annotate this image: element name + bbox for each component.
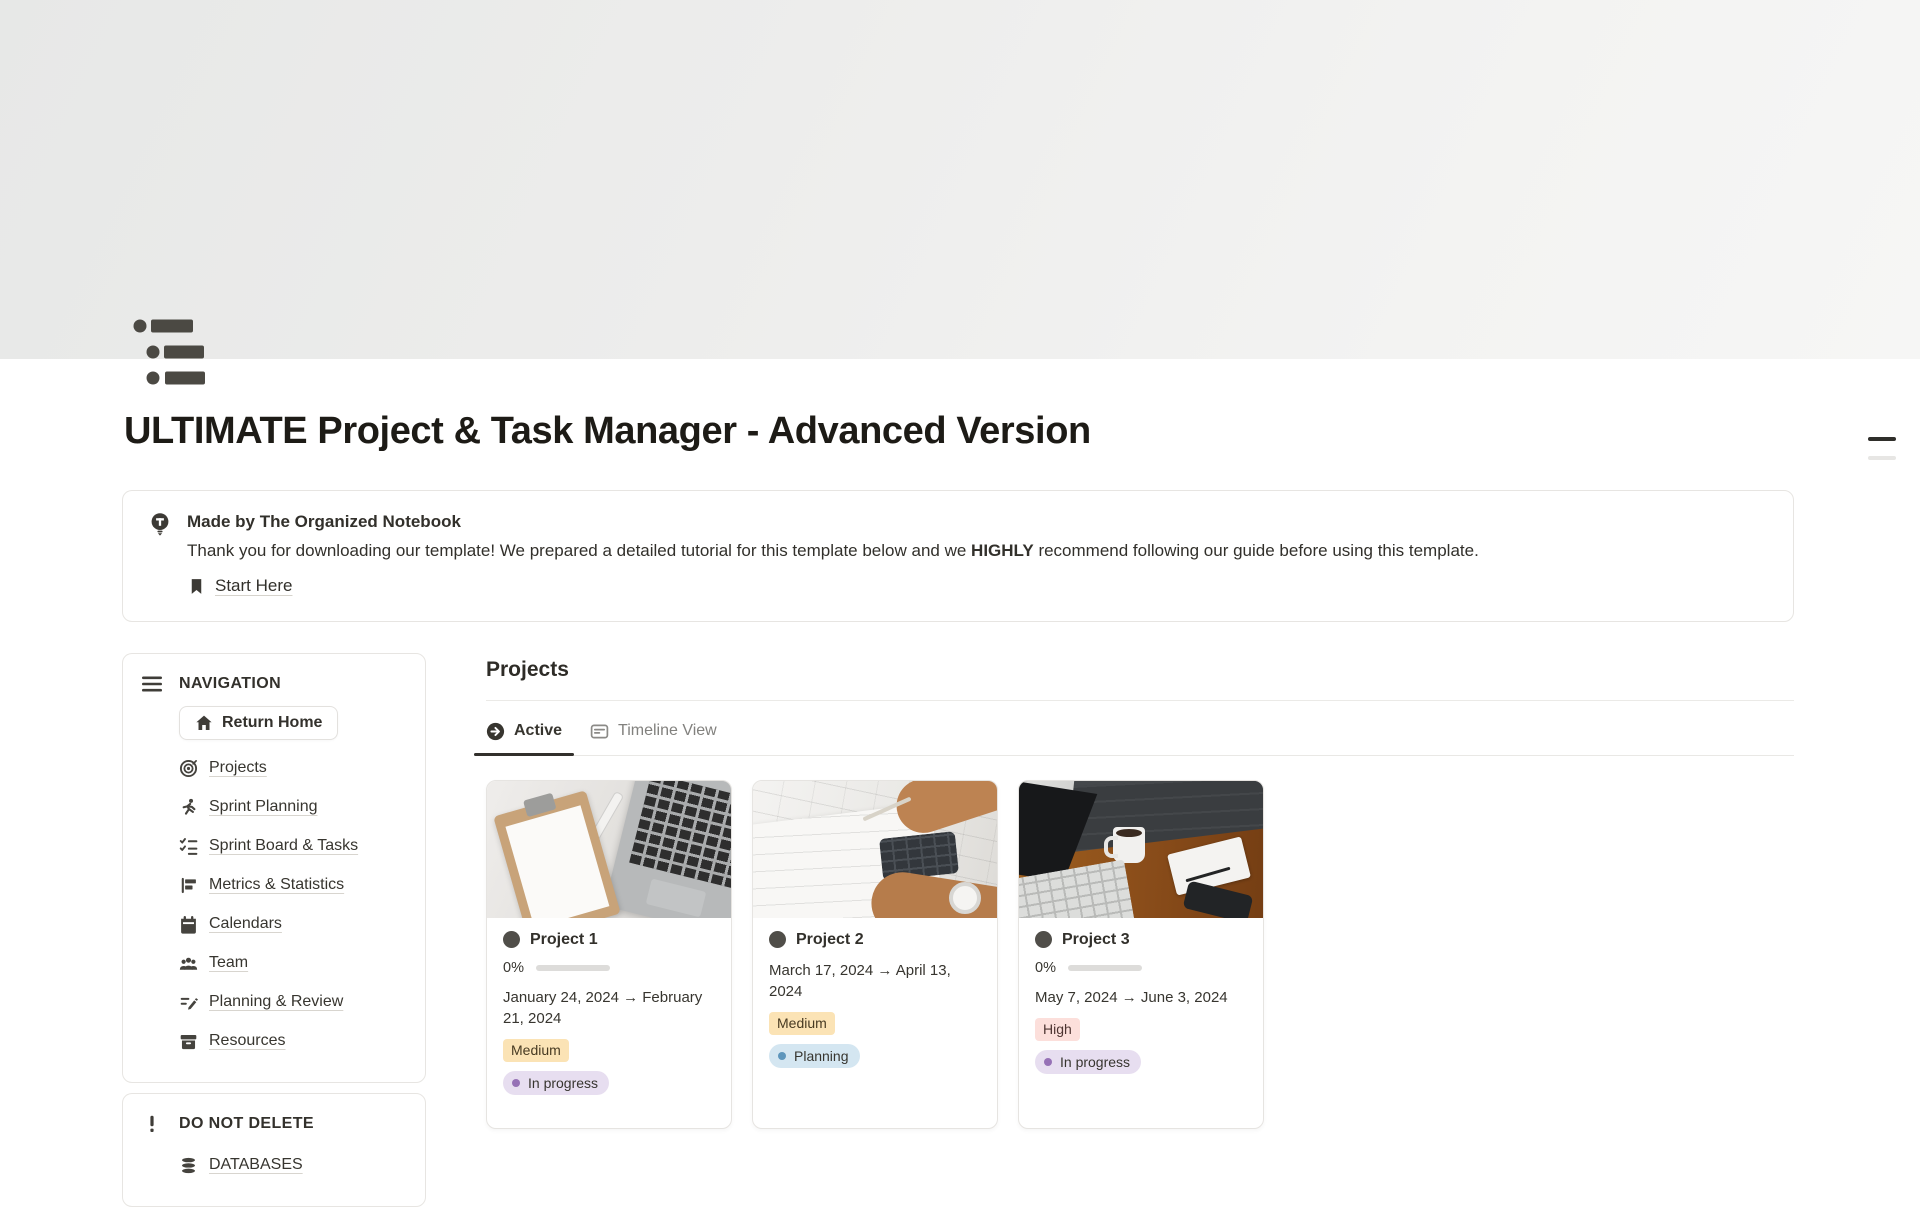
status-dot: [778, 1052, 786, 1060]
page-content: ULTIMATE Project & Task Manager - Advanc…: [122, 408, 1794, 1207]
project-card-2[interactable]: Project 2 March 17, 2024 → April 13, 202…: [752, 780, 998, 1129]
navigation-card: NAVIGATION Return Home: [122, 653, 426, 1083]
database-icon: [179, 1156, 198, 1175]
page-icon[interactable]: [132, 314, 210, 392]
navigation-list: Projects Sprint Planning: [179, 749, 407, 1061]
sidebar-item-label[interactable]: Calendars: [209, 915, 282, 933]
progress-bar: [536, 965, 610, 971]
bookmark-icon: [187, 577, 206, 596]
danger-list: DATABASES: [179, 1146, 407, 1185]
project-cover-photo-clipboard-laptop: [487, 781, 731, 918]
view-tabs: Active Timeline View: [474, 716, 1794, 756]
sidebar-item-label[interactable]: Planning & Review: [209, 993, 343, 1011]
tab-label[interactable]: Timeline View: [618, 722, 717, 740]
sidebar-item-label[interactable]: Sprint Planning: [209, 798, 318, 816]
callout-body-text: Thank you for downloading our template! …: [187, 541, 971, 560]
section-divider: [486, 700, 1794, 701]
tab-label[interactable]: Active: [514, 722, 562, 740]
project-title[interactable]: Project 3: [1062, 931, 1130, 949]
arrow-circle-icon: [486, 722, 505, 741]
status-dot: [512, 1079, 520, 1087]
project-dates: January 24, 2024 → February 21, 2024: [503, 987, 715, 1029]
toc-bar-active[interactable]: [1868, 437, 1896, 441]
callout-body-text-2: recommend following our guide before usi…: [1034, 541, 1479, 560]
project-dates: May 7, 2024 → June 3, 2024: [1035, 987, 1247, 1008]
return-home-label: Return Home: [222, 714, 322, 732]
target-icon: [179, 759, 198, 778]
sidebar-item-label[interactable]: Projects: [209, 759, 267, 777]
project-gallery: Project 1 0% January 24, 2024 → February…: [486, 780, 1794, 1129]
callout-body: Thank you for downloading our template! …: [187, 539, 1769, 563]
project-card-1[interactable]: Project 1 0% January 24, 2024 → February…: [486, 780, 732, 1129]
callout-body-bold: HIGHLY: [971, 541, 1034, 560]
status-label: Planning: [794, 1047, 849, 1065]
sidebar-item-label[interactable]: DATABASES: [209, 1156, 303, 1174]
checklist-icon: [179, 837, 198, 856]
sidebar-item-label[interactable]: Sprint Board & Tasks: [209, 837, 358, 855]
project-card-3[interactable]: Project 3 0% May 7, 2024 → June 3, 2024 …: [1018, 780, 1264, 1129]
lightbulb-logo-icon: [148, 510, 172, 603]
archive-box-icon: [179, 1032, 198, 1051]
page-title: ULTIMATE Project & Task Manager - Advanc…: [124, 408, 1792, 454]
home-icon: [195, 714, 213, 732]
project-title[interactable]: Project 2: [796, 931, 864, 949]
sidebar-item-label[interactable]: Resources: [209, 1032, 285, 1050]
start-here-label[interactable]: Start Here: [215, 574, 292, 598]
do-not-delete-heading: DO NOT DELETE: [179, 1115, 314, 1133]
sidebar-item-label[interactable]: Metrics & Statistics: [209, 876, 344, 894]
projects-section: Projects Active Timeline View: [486, 653, 1794, 1129]
sidebar-item-projects[interactable]: Projects: [179, 749, 407, 788]
sidebar-item-sprint-board[interactable]: Sprint Board & Tasks: [179, 827, 407, 866]
calendar-icon: [179, 915, 198, 934]
progress-value: 0%: [503, 960, 524, 976]
callout-heading: Made by The Organized Notebook: [187, 510, 1769, 534]
runner-icon: [179, 798, 198, 817]
return-home-button[interactable]: Return Home: [179, 706, 338, 740]
page-cover-image: [0, 0, 1920, 359]
sidebar-item-resources[interactable]: Resources: [179, 1022, 407, 1061]
status-label: In progress: [1060, 1053, 1130, 1071]
sidebar-item-metrics[interactable]: Metrics & Statistics: [179, 866, 407, 905]
do-not-delete-card: DO NOT DELETE DATABASES: [122, 1093, 426, 1207]
project-dates: March 17, 2024 → April 13, 2024: [769, 960, 981, 1002]
start-here-link[interactable]: Start Here: [187, 574, 292, 598]
projects-heading: Projects: [486, 657, 1794, 683]
people-icon: [179, 954, 198, 973]
board-icon: [590, 722, 609, 741]
status-badge: In progress: [1035, 1050, 1141, 1074]
tab-active[interactable]: Active: [474, 716, 574, 755]
status-badge: In progress: [503, 1071, 609, 1095]
status-dot: [1044, 1058, 1052, 1066]
project-title[interactable]: Project 1: [530, 931, 598, 949]
sidebar-item-team[interactable]: Team: [179, 944, 407, 983]
project-cover-photo-blueprints: [753, 781, 997, 918]
sidebar-item-label[interactable]: Team: [209, 954, 248, 972]
status-badge: Planning: [769, 1044, 860, 1068]
sidebar: NAVIGATION Return Home: [122, 653, 426, 1207]
project-page-icon: [1035, 931, 1052, 948]
progress-bar: [1068, 965, 1142, 971]
exclamation-icon: [141, 1115, 163, 1133]
edit-list-icon: [179, 993, 198, 1012]
progress-value: 0%: [1035, 960, 1056, 976]
navigation-heading: NAVIGATION: [179, 675, 281, 693]
sidebar-item-sprint-planning[interactable]: Sprint Planning: [179, 788, 407, 827]
project-cover-photo-dark-desk: [1019, 781, 1263, 918]
priority-badge: High: [1035, 1018, 1080, 1041]
table-of-contents-indicator[interactable]: [1868, 437, 1896, 460]
project-page-icon: [503, 931, 520, 948]
hamburger-menu-icon: [141, 675, 163, 693]
toc-bar[interactable]: [1868, 456, 1896, 460]
sidebar-item-planning-review[interactable]: Planning & Review: [179, 983, 407, 1022]
sidebar-item-calendars[interactable]: Calendars: [179, 905, 407, 944]
priority-badge: Medium: [769, 1012, 835, 1035]
bar-chart-icon: [179, 876, 198, 895]
bulleted-list-icon: [132, 314, 210, 392]
maker-callout: Made by The Organized Notebook Thank you…: [122, 490, 1794, 622]
sidebar-item-databases[interactable]: DATABASES: [179, 1146, 407, 1185]
status-label: In progress: [528, 1074, 598, 1092]
project-page-icon: [769, 931, 786, 948]
tab-timeline-view[interactable]: Timeline View: [578, 716, 729, 755]
priority-badge: Medium: [503, 1039, 569, 1062]
